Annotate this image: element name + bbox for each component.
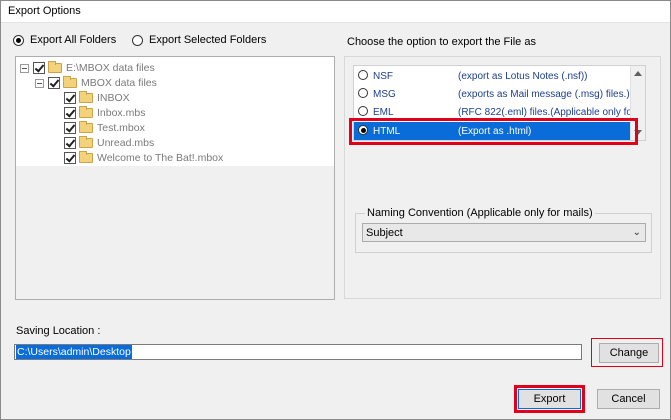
- checkbox-checked-icon[interactable]: [64, 122, 76, 134]
- folder-icon: [79, 151, 93, 163]
- format-description: (exports as Mail message (.msg) files.): [458, 88, 630, 100]
- collapse-icon[interactable]: [20, 63, 29, 73]
- tree-node-child[interactable]: MBOX data files: [35, 76, 157, 90]
- naming-convention-select[interactable]: Subject ⌄: [362, 223, 646, 242]
- saving-location-value: C:\Users\admin\Desktop: [16, 345, 132, 359]
- tree-node-label: Welcome to The Bat!.mbox: [97, 152, 224, 164]
- tree-node-label: Test.mbox: [97, 122, 145, 134]
- checkbox-checked-icon[interactable]: [64, 152, 76, 164]
- export-highlight-box: [514, 385, 585, 413]
- window-title: Export Options: [8, 5, 81, 17]
- folder-icon: [79, 91, 93, 103]
- format-option-nsf[interactable]: NSF (export as Lotus Notes (.nsf)): [354, 67, 631, 85]
- export-format-heading: Choose the option to export the File as: [347, 36, 536, 48]
- tree-node-label: Inbox.mbs: [97, 107, 146, 119]
- format-option-msg[interactable]: MSG (exports as Mail message (.msg) file…: [354, 85, 631, 103]
- folder-tree: E:\MBOX data files MBOX data files INBOX…: [15, 56, 335, 300]
- tree-node-file[interactable]: Unread.mbs: [64, 136, 154, 150]
- format-name: MSG: [373, 88, 396, 100]
- folder-icon: [63, 76, 77, 88]
- title-bar: Export Options: [1, 1, 670, 23]
- export-options-dialog: Export Options Export All Folders Export…: [0, 0, 671, 420]
- folder-icon: [79, 136, 93, 148]
- tree-node-file[interactable]: Welcome to The Bat!.mbox: [64, 151, 223, 165]
- tree-node-label: INBOX: [97, 92, 130, 104]
- radio-unselected-icon: [358, 88, 368, 98]
- checkbox-checked-icon[interactable]: [64, 137, 76, 149]
- radio-unselected-icon: [132, 34, 143, 46]
- collapse-icon[interactable]: [35, 78, 44, 88]
- folder-icon: [79, 106, 93, 118]
- export-selected-folders-radio[interactable]: Export Selected Folders: [132, 34, 266, 46]
- tree-node-label: Unread.mbs: [97, 137, 155, 149]
- checkbox-checked-icon[interactable]: [48, 77, 60, 89]
- saving-location-label: Saving Location :: [16, 325, 101, 337]
- folder-icon: [48, 61, 62, 73]
- export-all-folders-label: Export All Folders: [30, 34, 117, 46]
- tree-node-file[interactable]: Inbox.mbs: [64, 106, 145, 120]
- format-description: (export as Lotus Notes (.nsf)): [458, 70, 588, 82]
- html-highlight-box: [349, 118, 638, 145]
- checkbox-checked-icon[interactable]: [64, 92, 76, 104]
- export-selected-folders-label: Export Selected Folders: [149, 34, 267, 46]
- tree-node-label: MBOX data files: [81, 77, 157, 89]
- tree-node-file[interactable]: Test.mbox: [64, 121, 145, 135]
- export-all-folders-radio[interactable]: Export All Folders: [13, 34, 116, 46]
- radio-unselected-icon: [358, 70, 368, 80]
- naming-convention-legend: Naming Convention (Applicable only for m…: [365, 207, 595, 219]
- cancel-button[interactable]: Cancel: [597, 389, 660, 409]
- checkbox-checked-icon[interactable]: [64, 107, 76, 119]
- format-name: EML: [373, 106, 394, 118]
- change-highlight-box: [591, 338, 663, 367]
- tree-node-root[interactable]: E:\MBOX data files: [20, 61, 155, 75]
- radio-selected-icon: [13, 34, 24, 46]
- radio-unselected-icon: [358, 106, 368, 116]
- tree-node-label: E:\MBOX data files: [66, 62, 155, 74]
- tree-node-file[interactable]: INBOX: [64, 91, 130, 105]
- format-description: (RFC 822(.eml) files.(Applicable only fo…: [458, 106, 646, 118]
- format-name: NSF: [373, 70, 393, 82]
- saving-location-input[interactable]: C:\Users\admin\Desktop: [14, 344, 582, 360]
- scroll-up-arrow-icon[interactable]: [634, 71, 642, 76]
- chevron-down-icon: ⌄: [632, 227, 641, 238]
- folder-icon: [79, 121, 93, 133]
- checkbox-checked-icon[interactable]: [33, 62, 45, 74]
- naming-convention-value: Subject: [366, 226, 403, 239]
